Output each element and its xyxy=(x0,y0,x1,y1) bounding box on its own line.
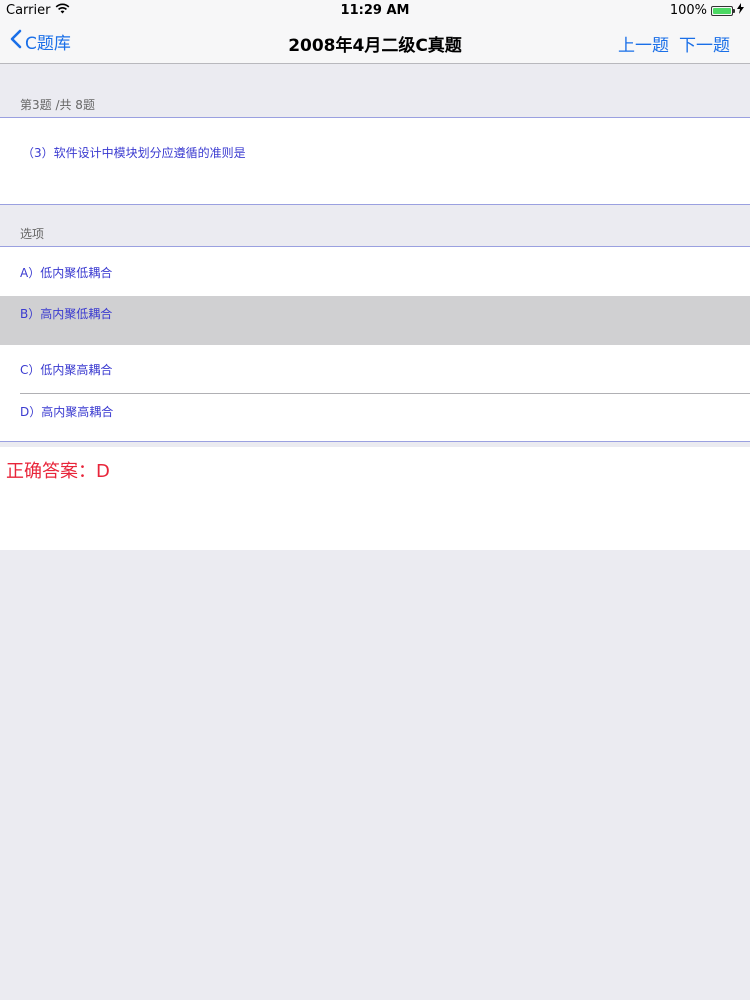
options-header: 选项 xyxy=(20,227,45,241)
option-b[interactable]: B）高内聚低耦合 xyxy=(0,296,750,345)
back-button[interactable]: C题库 xyxy=(10,29,71,54)
battery-percent: 100% xyxy=(669,3,707,18)
next-question-button[interactable]: 下一题 xyxy=(679,31,730,56)
battery-fill xyxy=(713,7,731,14)
chevron-left-icon xyxy=(10,29,22,54)
options-panel: A）低内聚低耦合 B）高内聚低耦合 C）低内聚高耦合 D）高内聚高耦合 xyxy=(0,246,750,442)
option-c[interactable]: C）低内聚高耦合 xyxy=(0,345,750,394)
status-bar: Carrier 11:29 AM 100% xyxy=(0,0,750,22)
correct-answer-text: 正确答案：D xyxy=(6,461,110,482)
previous-question-button[interactable]: 上一题 xyxy=(618,31,669,56)
option-a[interactable]: A）低内聚低耦合 xyxy=(0,247,750,296)
nav-actions: 上一题 下一题 xyxy=(618,31,730,56)
option-label: A）低内聚低耦合 xyxy=(20,266,113,280)
status-time: 11:29 AM xyxy=(340,3,410,18)
option-label: D）高内聚高耦合 xyxy=(20,405,114,419)
answer-panel: 正确答案：D xyxy=(0,447,750,550)
question-text: （3）软件设计中模块划分应遵循的准则是 xyxy=(22,146,246,160)
option-label: B）高内聚低耦合 xyxy=(20,307,113,321)
navigation-bar: C题库 2008年4月二级C真题 上一题 下一题 xyxy=(0,22,750,64)
option-label: C）低内聚高耦合 xyxy=(20,363,113,377)
question-panel: （3）软件设计中模块划分应遵循的准则是 xyxy=(0,117,750,205)
option-d[interactable]: D）高内聚高耦合 xyxy=(0,394,750,442)
charging-bolt-icon xyxy=(737,3,744,18)
question-counter: 第3题 /共 8题 xyxy=(20,98,95,112)
battery-icon xyxy=(711,5,735,16)
status-right: 100% xyxy=(670,3,744,18)
back-button-label: C题库 xyxy=(25,34,71,54)
